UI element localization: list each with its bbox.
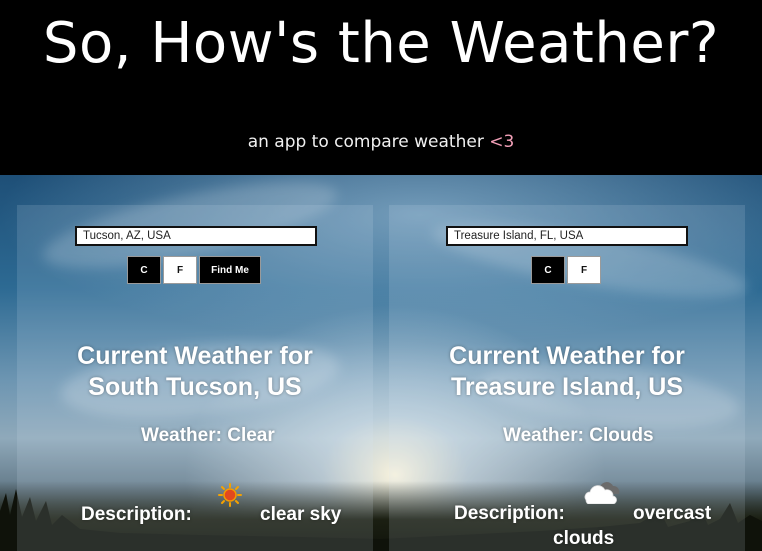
subtitle-heart: <3 [489, 132, 515, 152]
left-celsius-button[interactable]: C [127, 256, 161, 284]
right-description-label: Description: [454, 503, 565, 524]
right-celsius-button[interactable]: C [531, 256, 565, 284]
left-weather-heading-line2: South Tucson, US [88, 373, 302, 401]
left-weather-heading-line1: Current Weather for [77, 342, 313, 370]
left-description-label: Description: [81, 504, 192, 525]
app-header: So, How's the Weather? an app to compare… [0, 0, 762, 175]
left-fahrenheit-button[interactable]: F [163, 256, 197, 284]
right-weather-condition: Weather: Clouds [503, 425, 654, 446]
right-fahrenheit-button[interactable]: F [567, 256, 601, 284]
sun-icon [218, 483, 242, 511]
find-me-button[interactable]: Find Me [199, 256, 261, 284]
right-description-value-line2: clouds [553, 528, 615, 549]
left-weather-condition: Weather: Clear [141, 425, 275, 446]
left-weather-panel: C F Find Me Current Weather for South Tu… [17, 205, 373, 551]
page-subtitle: an app to compare weather <3 [0, 130, 762, 154]
left-city-input[interactable] [75, 226, 317, 246]
right-weather-panel: C F Current Weather for Treasure Island,… [389, 205, 745, 551]
page-title: So, How's the Weather? [42, 11, 720, 76]
sky-background: C F Find Me Current Weather for South Tu… [0, 175, 762, 551]
cloud-icon [582, 478, 624, 508]
right-weather-heading-line2: Treasure Island, US [450, 373, 684, 401]
right-weather-heading-line1: Current Weather for [449, 342, 685, 370]
right-city-input[interactable] [446, 226, 688, 246]
right-description-value-line1: overcast [633, 503, 712, 524]
left-description-value: clear sky [260, 504, 342, 525]
subtitle-text: an app to compare weather [247, 132, 490, 152]
